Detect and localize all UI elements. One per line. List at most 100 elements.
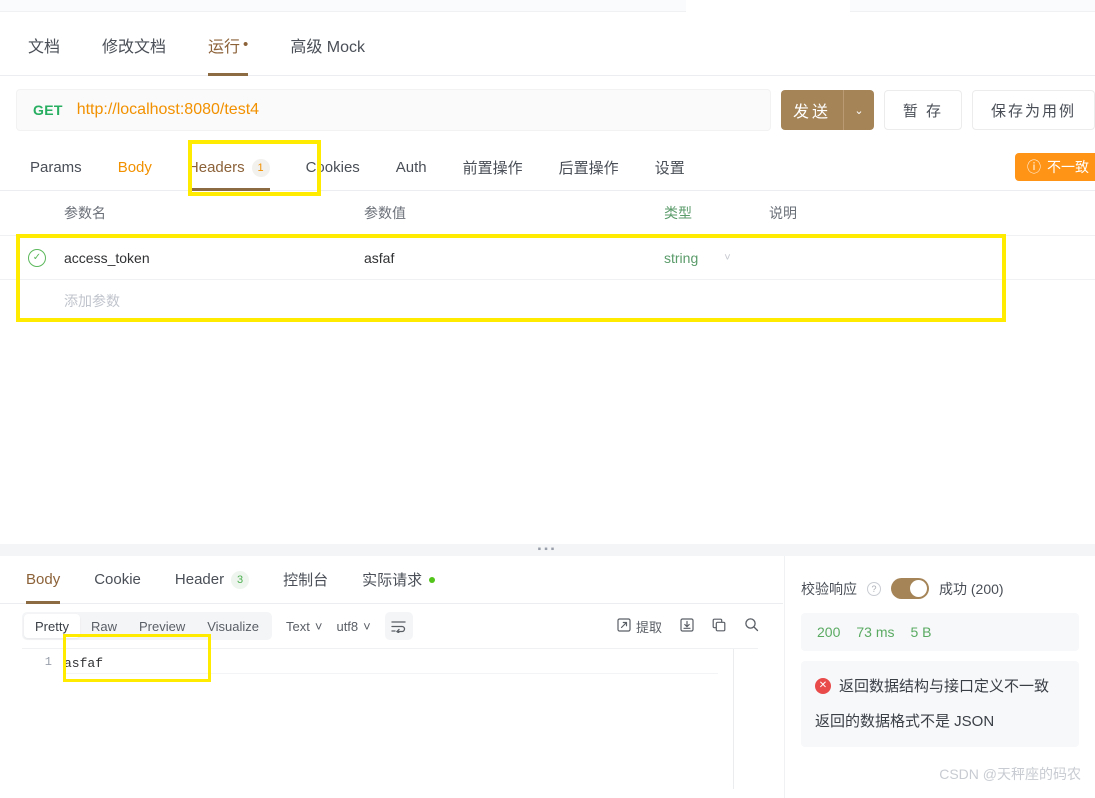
row-param-type-label: string [664, 249, 699, 266]
view-mode-segmented-control: Pretty Raw Preview Visualize [22, 612, 273, 640]
http-method-label[interactable]: GET [33, 102, 63, 118]
request-tab-bar: Params Body Headers 1 Cookies Auth 前置操作 … [0, 145, 1095, 191]
view-mode-raw[interactable]: Raw [80, 614, 128, 638]
encoding-select[interactable]: utf8 ˅ [336, 619, 370, 634]
splitter-dots-icon: ▪▪▪ [537, 544, 558, 555]
send-dropdown-caret-icon[interactable]: ⌄ [843, 90, 874, 130]
download-button[interactable] [680, 617, 694, 635]
tab-auth[interactable]: Auth [396, 145, 427, 191]
chevron-down-icon: ˅ [314, 618, 323, 634]
line-number: 1 [44, 655, 52, 669]
status-dot-icon [429, 576, 436, 583]
search-button[interactable] [744, 617, 759, 635]
response-stats-bar: 200 73 ms 5 B [801, 613, 1079, 651]
view-mode-pretty[interactable]: Pretty [24, 614, 80, 638]
row-param-value[interactable]: asfaf [364, 250, 664, 266]
panel-splitter[interactable]: ▪▪▪ [0, 544, 1095, 556]
response-header-count-badge: 3 [231, 570, 250, 589]
add-param-row[interactable]: 添加参数 [0, 280, 1095, 322]
response-tab-cookie[interactable]: Cookie [94, 556, 141, 604]
unsaved-dot-icon: • [243, 36, 249, 53]
tab-label: 后置操作 [558, 160, 619, 177]
inconsistent-badge[interactable]: ⓘ 不一致 [1015, 153, 1095, 181]
url-text[interactable]: http://localhost:8080/test4 [77, 101, 259, 119]
table-row[interactable]: ✓ access_token asfaf string ˅ [0, 235, 1095, 280]
copy-icon [712, 618, 726, 635]
add-param-placeholder[interactable]: 添加参数 [64, 291, 364, 311]
inconsistent-label: 不一致 [1047, 159, 1089, 175]
main-tab-label: 文档 [28, 38, 61, 56]
question-icon[interactable]: ? [867, 581, 881, 596]
top-strip-fragment-right [850, 0, 1095, 12]
tab-headers-count-badge: 1 [251, 158, 270, 177]
tab-label: Headers [187, 159, 245, 176]
main-tab-advanced-mock[interactable]: 高级 Mock [290, 14, 365, 76]
editor-content[interactable]: asfaf [64, 649, 718, 789]
response-tab-label: 实际请求 [362, 572, 423, 589]
validation-error-box: ✕ 返回数据结构与接口定义不一致 返回的数据格式不是 JSON [801, 661, 1079, 747]
status-code: 200 [817, 624, 841, 640]
temp-save-button[interactable]: 暂 存 [883, 90, 962, 130]
tab-settings[interactable]: 设置 [655, 145, 685, 191]
tab-label: Body [117, 159, 152, 176]
row-param-type[interactable]: string ˅ [664, 250, 769, 266]
tab-pre-operation[interactable]: 前置操作 [463, 145, 523, 191]
main-tab-doc[interactable]: 文档 [28, 14, 60, 76]
validation-error-title-row: ✕ 返回数据结构与接口定义不一致 [815, 675, 1065, 696]
send-button-group: 发送 ⌄ [781, 90, 874, 130]
tab-body[interactable]: Body [118, 145, 152, 191]
editor-right-rule [733, 649, 734, 789]
save-as-case-button[interactable]: 保存为用例 [971, 90, 1095, 130]
tab-cookies[interactable]: Cookies [306, 145, 360, 191]
header-cell-name: 参数名 [64, 205, 106, 221]
url-bar-row: GET http://localhost:8080/test4 发送 ⌄ 暂 存… [0, 85, 1095, 135]
response-tab-actual-request[interactable]: 实际请求 [362, 556, 436, 604]
response-tab-body[interactable]: Body [26, 556, 61, 604]
response-toolbar: Pretty Raw Preview Visualize Text ˅ utf8… [0, 604, 783, 648]
verify-response-toggle[interactable] [891, 578, 929, 599]
extract-button[interactable]: 提取 [617, 617, 662, 636]
header-cell-value: 参数值 [364, 205, 406, 221]
chevron-down-icon[interactable]: ˅ [724, 252, 730, 264]
response-tab-label: Header [174, 571, 225, 588]
verify-response-row: 校验响应 ? 成功 (200) [785, 556, 1095, 599]
tab-params[interactable]: Params [30, 145, 82, 191]
response-tab-bar: Body Cookie Header 3 控制台 实际请求 [0, 556, 783, 604]
response-body-editor[interactable]: 1 asfaf [22, 648, 758, 789]
main-tab-label: 修改文档 [102, 38, 167, 56]
check-circle-icon: ✓ [28, 248, 46, 267]
response-tab-console[interactable]: 控制台 [283, 556, 328, 604]
main-tab-run[interactable]: 运行 • [208, 14, 249, 76]
window-top-strip [0, 0, 1095, 14]
view-mode-visualize[interactable]: Visualize [196, 614, 270, 638]
response-size: 5 B [910, 624, 932, 640]
extract-label: 提取 [635, 619, 662, 635]
url-input[interactable]: GET http://localhost:8080/test4 [16, 89, 771, 131]
main-tab-bar: 文档 修改文档 运行 • 高级 Mock [0, 14, 1095, 76]
response-tab-header[interactable]: Header 3 [174, 556, 250, 604]
tab-label: Cookies [305, 159, 360, 176]
extract-icon [617, 617, 631, 635]
download-icon [680, 617, 694, 635]
verify-response-label: 校验响应 [801, 580, 857, 597]
response-tab-label: Cookie [94, 571, 141, 588]
encoding-select-value: utf8 [336, 618, 359, 634]
main-tab-label: 运行 [208, 38, 241, 56]
view-mode-preview[interactable]: Preview [128, 614, 196, 638]
chevron-down-icon: ˅ [363, 618, 371, 634]
send-button[interactable]: 发送 [781, 90, 843, 130]
word-wrap-icon[interactable] [384, 612, 413, 640]
main-tab-label: 高级 Mock [290, 38, 365, 56]
validation-error-title: 返回数据结构与接口定义不一致 [839, 678, 1050, 695]
tab-label: 设置 [654, 160, 685, 177]
tab-headers[interactable]: Headers 1 [187, 145, 270, 191]
top-strip-fragment-left [0, 0, 686, 12]
tab-post-operation[interactable]: 后置操作 [559, 145, 619, 191]
response-panel: Body Cookie Header 3 控制台 实际请求 Pretty Raw… [0, 556, 783, 798]
copy-button[interactable] [712, 618, 726, 635]
main-tab-edit-doc[interactable]: 修改文档 [102, 14, 166, 76]
response-tab-label: Body [26, 571, 61, 588]
format-select[interactable]: Text ˅ [286, 619, 322, 634]
row-param-name[interactable]: access_token [64, 250, 364, 266]
row-enabled-checkbox[interactable]: ✓ [28, 248, 64, 267]
